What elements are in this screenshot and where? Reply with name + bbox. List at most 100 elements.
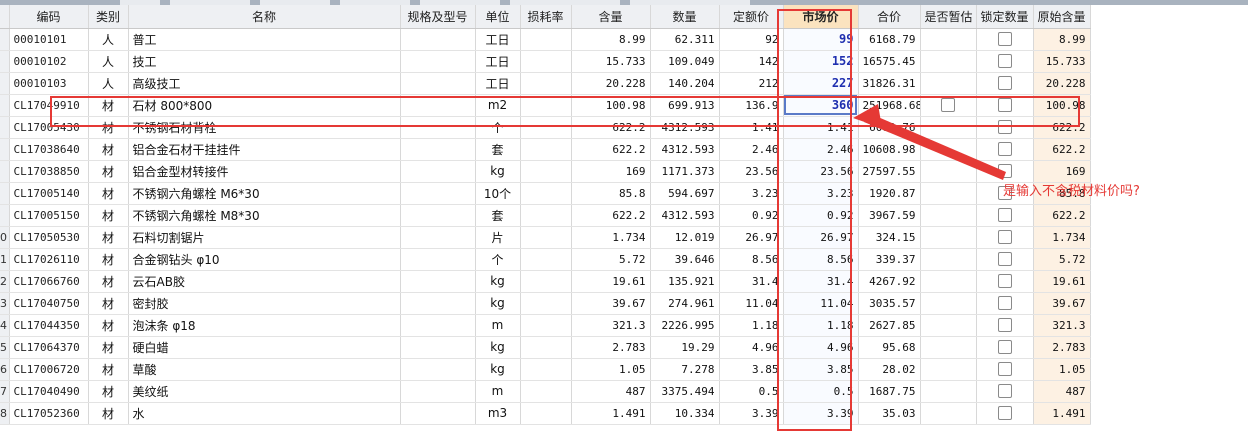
header-spec[interactable]: 规格及型号: [400, 5, 476, 29]
cell-market-price[interactable]: 99: [783, 28, 859, 51]
cell-original-content[interactable]: 321.3: [1033, 314, 1091, 337]
cell-loss[interactable]: [520, 314, 572, 337]
cell-code[interactable]: CL17040750: [9, 292, 89, 315]
cell-total[interactable]: 31826.31: [858, 72, 921, 95]
cell-spec[interactable]: [400, 94, 476, 117]
cell-locked[interactable]: [976, 314, 1034, 337]
table-row[interactable]: 2 CL17066760 材云石AB胶 kg 19.61 135.921 31.4 31.4 4…: [0, 270, 1091, 293]
cell-total[interactable]: 35.03: [858, 402, 921, 425]
cell-content[interactable]: 2.783: [571, 336, 651, 359]
cell-unit[interactable]: kg: [475, 358, 521, 381]
cell-name[interactable]: 高级技工: [128, 72, 401, 95]
cell-unit[interactable]: m2: [475, 94, 521, 117]
cell-unit[interactable]: 10个: [475, 182, 521, 205]
cell-category[interactable]: 人: [88, 28, 129, 51]
cell-category[interactable]: 材: [88, 138, 129, 161]
cell-category[interactable]: 材: [88, 94, 129, 117]
cell-content[interactable]: 1.05: [571, 358, 651, 381]
cell-code[interactable]: CL17005430: [9, 116, 89, 139]
cell-unit[interactable]: kg: [475, 160, 521, 183]
cell-code[interactable]: CL17049910: [9, 94, 89, 117]
cell-locked[interactable]: [976, 116, 1034, 139]
table-row[interactable]: CL17038640 材铝合金石材干挂挂件套 622.2 4312.593 2.46 2.…: [0, 138, 1091, 161]
cell-code[interactable]: CL17052360: [9, 402, 89, 425]
cell-content[interactable]: 1.734: [571, 226, 651, 249]
cell-market-price[interactable]: 152: [783, 50, 859, 73]
cell-original-content[interactable]: 1.491: [1033, 402, 1091, 425]
cell-quota[interactable]: 31.4: [719, 270, 784, 293]
cell-total[interactable]: 95.68: [858, 336, 921, 359]
cell-estimate[interactable]: [920, 248, 977, 271]
cell-content[interactable]: 622.2: [571, 204, 651, 227]
cell-name[interactable]: 合金钢钻头 φ10: [128, 248, 401, 271]
cell-locked[interactable]: [976, 248, 1034, 271]
cell-unit[interactable]: 工日: [475, 50, 521, 73]
cell-code[interactable]: CL17066760: [9, 270, 89, 293]
cell-market-price[interactable]: 1.18: [783, 314, 859, 337]
cell-total[interactable]: 339.37: [858, 248, 921, 271]
cell-qty[interactable]: 4312.593: [650, 116, 720, 139]
cell-content[interactable]: 169: [571, 160, 651, 183]
cell-locked[interactable]: [976, 336, 1034, 359]
cell-total[interactable]: 3035.57: [858, 292, 921, 315]
cell-code[interactable]: CL17050530: [9, 226, 89, 249]
cell-estimate[interactable]: [920, 50, 977, 73]
table-row[interactable]: 0 CL17050530 材石料切割锯片片 1.734 12.019 26.97 26.97…: [0, 226, 1091, 249]
cell-original-content[interactable]: 19.61: [1033, 270, 1091, 293]
cell-market-price[interactable]: 3.85: [783, 358, 859, 381]
cell-original-content[interactable]: 169: [1033, 160, 1091, 183]
lock-qty-checkbox[interactable]: [997, 98, 1012, 113]
lock-qty-checkbox[interactable]: [997, 274, 1012, 289]
cell-qty[interactable]: 140.204: [650, 72, 720, 95]
cell-original-content[interactable]: 8.99: [1033, 28, 1091, 51]
cell-name[interactable]: 不锈钢六角螺栓 M8*30: [128, 204, 401, 227]
cell-original-content[interactable]: 20.228: [1033, 72, 1091, 95]
table-row[interactable]: CL17038850 材铝合金型材转接件 kg 169 1171.373 23.56 23.…: [0, 160, 1091, 183]
cell-estimate[interactable]: [920, 72, 977, 95]
cell-spec[interactable]: [400, 380, 476, 403]
cell-quota[interactable]: 3.23: [719, 182, 784, 205]
cell-qty[interactable]: 12.019: [650, 226, 720, 249]
cell-code[interactable]: CL17038640: [9, 138, 89, 161]
cell-code[interactable]: 00010101: [9, 28, 89, 51]
cell-name[interactable]: 草酸: [128, 358, 401, 381]
cell-content[interactable]: 1.491: [571, 402, 651, 425]
lock-qty-checkbox[interactable]: [997, 142, 1012, 157]
cell-unit[interactable]: 套: [475, 138, 521, 161]
cell-content[interactable]: 8.99: [571, 28, 651, 51]
cell-estimate[interactable]: [920, 204, 977, 227]
cell-estimate[interactable]: [920, 138, 977, 161]
cell-name[interactable]: 普工: [128, 28, 401, 51]
cell-qty[interactable]: 1171.373: [650, 160, 720, 183]
cell-content[interactable]: 5.72: [571, 248, 651, 271]
cell-locked[interactable]: [976, 402, 1034, 425]
lock-qty-checkbox[interactable]: [997, 230, 1012, 245]
cell-loss[interactable]: [520, 402, 572, 425]
cell-original-content[interactable]: 622.2: [1033, 116, 1091, 139]
cell-quota[interactable]: 8.56: [719, 248, 784, 271]
cell-loss[interactable]: [520, 358, 572, 381]
cell-spec[interactable]: [400, 292, 476, 315]
cell-category[interactable]: 材: [88, 336, 129, 359]
cell-total[interactable]: 28.02: [858, 358, 921, 381]
cell-spec[interactable]: [400, 204, 476, 227]
cell-qty[interactable]: 109.049: [650, 50, 720, 73]
cell-total[interactable]: 324.15: [858, 226, 921, 249]
cell-estimate[interactable]: [920, 270, 977, 293]
cell-unit[interactable]: kg: [475, 336, 521, 359]
cell-loss[interactable]: [520, 72, 572, 95]
cell-unit[interactable]: 工日: [475, 28, 521, 51]
cell-qty[interactable]: 19.29: [650, 336, 720, 359]
cell-total[interactable]: 251968.68: [858, 94, 921, 117]
table-row[interactable]: CL17049910 材石材 800*800 m2 100.98 699.913 136.…: [0, 94, 1091, 117]
cell-locked[interactable]: [976, 358, 1034, 381]
cell-spec[interactable]: [400, 336, 476, 359]
cell-code[interactable]: 00010103: [9, 72, 89, 95]
cell-quota[interactable]: 0.92: [719, 204, 784, 227]
cell-estimate[interactable]: [920, 28, 977, 51]
cell-content[interactable]: 20.228: [571, 72, 651, 95]
cell-category[interactable]: 材: [88, 116, 129, 139]
cell-qty[interactable]: 699.913: [650, 94, 720, 117]
cell-market-price[interactable]: 3.23: [783, 182, 859, 205]
lock-qty-checkbox[interactable]: [997, 340, 1012, 355]
